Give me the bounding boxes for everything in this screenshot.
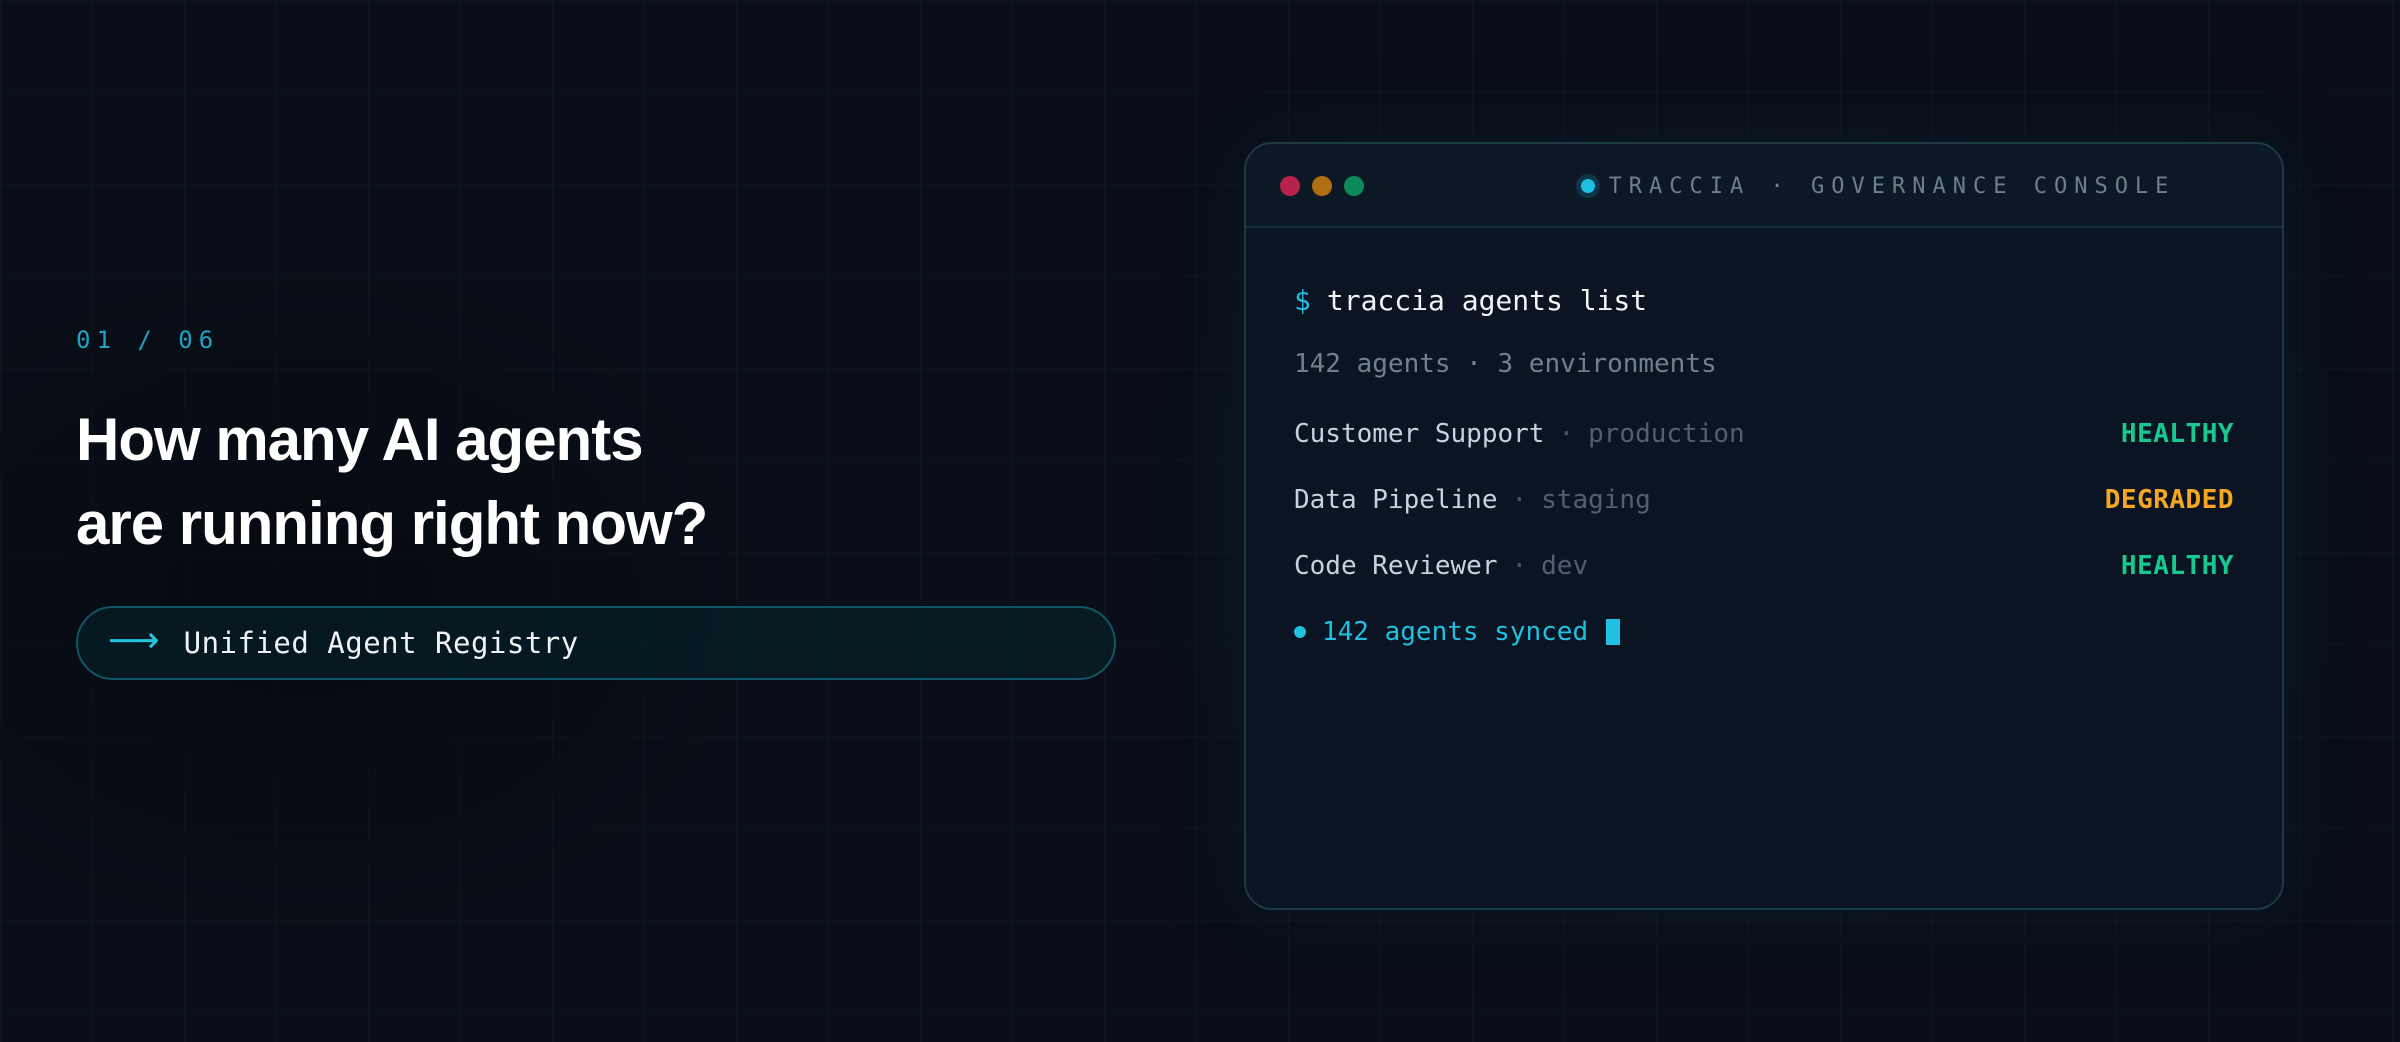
terminal-cursor xyxy=(1606,619,1621,645)
headline-line-1: How many AI agents xyxy=(76,406,644,473)
status-badge: HEALTHY xyxy=(2120,551,2234,581)
unified-agent-registry-button[interactable]: ⟶ Unified Agent Registry xyxy=(76,606,1116,680)
sync-text: 142 agents synced xyxy=(1322,617,1589,647)
agent-list: Customer Support · production HEALTHY Da… xyxy=(1294,412,2234,588)
status-dot-icon xyxy=(1580,179,1595,193)
agent-name: Code Reviewer xyxy=(1294,551,1498,581)
console-title: TRACCIA · GOVERNANCE CONSOLE xyxy=(1474,144,2282,228)
window-controls xyxy=(1280,176,1376,196)
slide-content: 01 / 06 How many AI agents are running r… xyxy=(76,326,1116,680)
agent-name: Data Pipeline xyxy=(1294,485,1498,515)
page-title: How many AI agents are running right now… xyxy=(76,398,1116,566)
slide-counter: 01 / 06 xyxy=(76,326,220,354)
agent-environment: staging xyxy=(1541,485,1651,515)
governance-console-window: TRACCIA · GOVERNANCE CONSOLE $ traccia a… xyxy=(1244,142,2284,910)
separator: · xyxy=(1558,419,1575,449)
separator: · xyxy=(1511,551,1528,581)
console-titlebar: TRACCIA · GOVERNANCE CONSOLE xyxy=(1246,144,2282,228)
agents-summary: 142 agents · 3 environments xyxy=(1294,349,1717,379)
agent-environment: production xyxy=(1588,419,1745,449)
sync-dot-icon xyxy=(1294,626,1306,638)
console-title-text: TRACCIA · GOVERNANCE CONSOLE xyxy=(1608,173,2176,199)
agent-row: Customer Support · production HEALTHY xyxy=(1294,412,2234,456)
agent-environment: dev xyxy=(1541,551,1589,581)
console-body: $ traccia agents list 142 agents · 3 env… xyxy=(1246,228,2282,654)
command-line: $ traccia agents list xyxy=(1294,278,2234,322)
command-text: traccia agents list xyxy=(1326,283,1648,317)
agent-row: Data Pipeline · staging DEGRADED xyxy=(1294,478,2234,522)
arrow-right-icon: ⟶ xyxy=(108,620,160,661)
separator: · xyxy=(1511,485,1528,515)
headline-line-2: are running right now? xyxy=(76,490,708,557)
agent-row: Code Reviewer · dev HEALTHY xyxy=(1294,544,2234,588)
maximize-window-button[interactable] xyxy=(1344,176,1364,196)
pill-label: Unified Agent Registry xyxy=(183,626,579,660)
minimize-window-button[interactable] xyxy=(1312,176,1332,196)
close-window-button[interactable] xyxy=(1280,176,1300,196)
status-badge: HEALTHY xyxy=(2120,419,2234,449)
sync-status: 142 agents synced xyxy=(1294,610,2234,654)
status-badge: DEGRADED xyxy=(2104,485,2234,515)
agent-name: Customer Support xyxy=(1294,419,1545,449)
prompt-symbol: $ xyxy=(1294,283,1311,317)
